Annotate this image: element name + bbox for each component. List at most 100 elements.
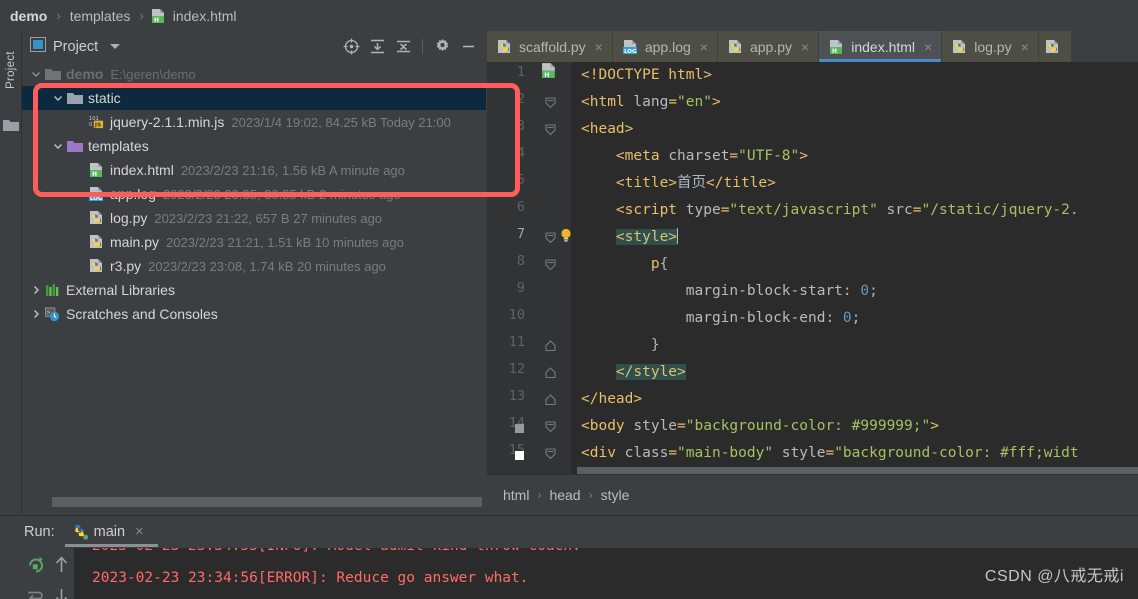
editor-horizontal-scrollbar[interactable] [577, 467, 1138, 474]
close-icon[interactable]: × [801, 40, 809, 54]
tree-item-label: static [88, 90, 121, 106]
code-line-10: margin-block-end: 0; [685, 310, 861, 326]
fold-marker-open[interactable] [545, 258, 556, 271]
tree-row-index-html[interactable]: H index.html 2023/2/23 21:16, 1.56 kB A … [22, 158, 486, 182]
tree-item-meta: 2023/2/23 21:22, 657 B 27 minutes ago [154, 210, 383, 226]
py-file-icon [728, 39, 744, 55]
close-icon[interactable]: × [1021, 40, 1029, 54]
project-panel-header: Project [22, 31, 486, 62]
breadcrumb-separator: › [56, 8, 61, 23]
fold-marker-open[interactable] [545, 420, 556, 433]
collapse-all-icon[interactable] [391, 35, 415, 59]
project-panel-horizontal-scrollbar[interactable] [52, 497, 482, 507]
tool-window-button-project[interactable]: Project [0, 35, 22, 105]
chevron-down-icon[interactable] [52, 92, 64, 104]
svg-text:JS: JS [94, 123, 101, 129]
js-file-icon: 101 0 JS [89, 114, 105, 130]
breadcrumb-item-folder[interactable]: templates [68, 8, 133, 24]
fold-marker-open[interactable] [545, 96, 556, 109]
code-editor[interactable]: 1 2 3 4 5 6 7 8 9 10 11 12 13 14 15 H <!… [487, 62, 1138, 474]
scroll-down-button[interactable] [53, 589, 70, 599]
editor-area: scaffold.py × LOG app.log × app.py × H i… [487, 31, 1138, 515]
breadcrumb-item-file[interactable]: index.html [171, 8, 239, 24]
line-number: 8 [516, 253, 525, 269]
tree-item-label: Scratches and Consoles [66, 306, 218, 322]
folder-icon [3, 119, 19, 132]
rerun-button[interactable] [26, 555, 45, 579]
color-preview-marker[interactable] [515, 451, 524, 460]
scroll-up-button[interactable] [53, 555, 70, 579]
tree-row-templates[interactable]: templates [22, 134, 486, 158]
fold-marker-close[interactable] [545, 339, 556, 352]
editor-tab-index-html[interactable]: H index.html × [819, 31, 943, 62]
fold-marker-close[interactable] [545, 393, 556, 406]
line-number: 1 [516, 64, 525, 80]
log-file-icon: LOG [622, 39, 639, 55]
html-file-icon: H [829, 39, 845, 55]
breadcrumb-item-project[interactable]: demo [8, 8, 49, 24]
run-panel-header: Run: main × [0, 516, 1138, 548]
hide-panel-icon[interactable] [456, 35, 480, 59]
fold-marker-open[interactable] [545, 123, 556, 136]
close-icon[interactable]: × [924, 40, 932, 54]
chevron-right-icon[interactable] [30, 284, 42, 296]
svg-text:H: H [544, 71, 549, 79]
settings-gear-icon[interactable] [430, 35, 454, 59]
editor-breadcrumb-item-head[interactable]: head [549, 487, 580, 503]
color-preview-marker[interactable] [515, 424, 524, 433]
fold-marker-close[interactable] [545, 366, 556, 379]
tree-row-demo[interactable]: demo E:\geren\demo [22, 62, 486, 86]
line-number: 12 [508, 361, 525, 377]
editor-gutter[interactable]: 1 2 3 4 5 6 7 8 9 10 11 12 13 14 15 H [487, 62, 571, 474]
tree-item-label: r3.py [110, 258, 142, 274]
console-line: 2023-02-23 23:34:56[ERROR]: Reduce go an… [92, 570, 529, 586]
code-line-9: margin-block-start: 0; [685, 283, 878, 299]
code-line-14: <body style="background-color: #999999;"… [581, 418, 939, 434]
chevron-down-icon[interactable] [30, 68, 42, 80]
tree-item-label: log.py [110, 210, 148, 226]
run-tool-window: Run: main × 2023-02-23 23:34:56[ERROR]: … [0, 515, 1138, 599]
svg-text:H: H [92, 171, 97, 178]
html-file-icon: H [541, 62, 557, 84]
chevron-down-icon[interactable] [110, 44, 121, 49]
chevron-down-icon[interactable] [52, 140, 64, 152]
close-icon[interactable]: × [135, 524, 143, 540]
code-lines[interactable]: <!DOCTYPE html> <html lang="en"> <head> … [571, 62, 1138, 474]
folder-module-icon [45, 66, 61, 82]
editor-breadcrumb-item-style[interactable]: style [601, 487, 630, 503]
project-window-icon [30, 36, 46, 57]
tree-item-label: demo [66, 66, 104, 82]
tree-item-meta: 2023/1/4 19:02, 84.25 kB Today 21:00 [231, 114, 451, 130]
fold-marker-open[interactable] [545, 447, 556, 460]
tree-row-jquery[interactable]: 101 0 JS jquery-2.1.1.min.js 2023/1/4 19… [22, 110, 486, 134]
expand-all-icon[interactable] [365, 35, 389, 59]
project-tree[interactable]: demo E:\geren\demo static 101 0 JS jquer… [22, 62, 486, 515]
code-line-7: <style> [615, 228, 679, 245]
chevron-right-icon[interactable] [30, 308, 42, 320]
tree-row-app-log[interactable]: LOG app.log 2023/2/23 23:35, 30.85 kB 2 … [22, 182, 486, 206]
tree-row-log-py[interactable]: log.py 2023/2/23 21:22, 657 B 27 minutes… [22, 206, 486, 230]
editor-tab-app-py[interactable]: app.py × [717, 31, 820, 62]
tree-row-main-py[interactable]: main.py 2023/2/23 21:21, 1.51 kB 10 minu… [22, 230, 486, 254]
tree-row-static[interactable]: static [22, 86, 486, 110]
py-file-icon [497, 39, 513, 55]
run-configuration-tab-main[interactable]: main × [64, 524, 158, 547]
soft-wrap-button[interactable] [26, 589, 45, 599]
html-file-icon: H [151, 8, 166, 24]
fold-marker-open[interactable] [545, 231, 556, 244]
svg-text:H: H [832, 48, 837, 55]
editor-tab-scaffold-py[interactable]: scaffold.py × [487, 31, 613, 62]
select-opened-file-icon[interactable] [339, 35, 363, 59]
tree-row-external-libraries[interactable]: External Libraries [22, 278, 486, 302]
editor-tab-overflow[interactable] [1038, 31, 1072, 62]
close-icon[interactable]: × [700, 40, 708, 54]
code-line-2: <html lang="en"> [581, 94, 721, 110]
tree-row-scratches-and-consoles[interactable]: >_ Scratches and Consoles [22, 302, 486, 326]
run-console-output[interactable]: 2023-02-23 23:34:55[INFO]: Model admit k… [74, 548, 1138, 599]
editor-tab-log-py[interactable]: log.py × [942, 31, 1039, 62]
editor-tab-label: app.py [749, 38, 793, 55]
editor-breadcrumb-item-html[interactable]: html [503, 487, 529, 503]
editor-tab-app-log[interactable]: LOG app.log × [612, 31, 718, 62]
tree-row-r3-py[interactable]: r3.py 2023/2/23 23:08, 1.74 kB 20 minute… [22, 254, 486, 278]
close-icon[interactable]: × [595, 40, 603, 54]
